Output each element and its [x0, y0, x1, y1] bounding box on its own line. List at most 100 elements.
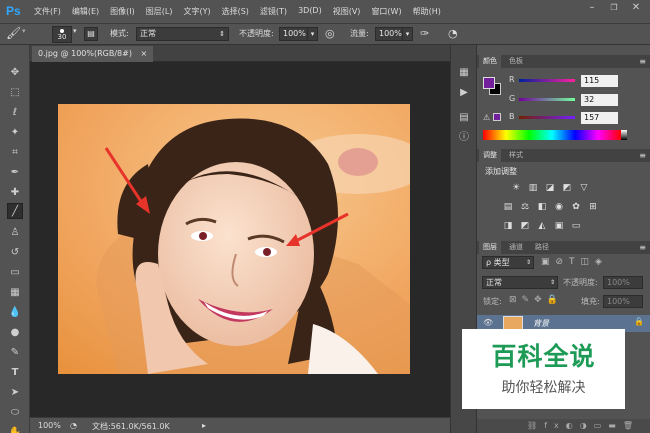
actions-play-icon[interactable]: ▶ — [456, 85, 472, 101]
layer-name[interactable]: 背景 — [533, 318, 549, 329]
eyedropper-tool-icon[interactable]: ✒ — [7, 165, 23, 181]
mode-select[interactable]: 正常 ⇕ — [136, 27, 229, 41]
pressure-opacity-icon[interactable]: ◎ — [325, 27, 335, 40]
menu-filter[interactable]: 滤镜(T) — [260, 6, 287, 17]
blur-tool-icon[interactable]: 💧 — [7, 305, 23, 321]
status-info-icon[interactable]: ◔ — [70, 421, 77, 430]
properties-panel-icon[interactable]: ▤ — [456, 110, 472, 126]
document-tab[interactable]: 0.jpg @ 100%(RGB/8#) × — [32, 46, 154, 62]
layer-filter-select[interactable]: ρ 类型 ⇕ — [482, 256, 534, 269]
menu-layer[interactable]: 图层(L) — [146, 6, 173, 17]
exposure-icon[interactable]: ◩ — [561, 182, 573, 194]
menu-help[interactable]: 帮助(H) — [413, 6, 441, 17]
color-lookup-icon[interactable]: ⊞ — [587, 201, 599, 213]
opacity-input[interactable]: 100% — [279, 27, 308, 41]
restore-icon[interactable]: ❐ — [604, 0, 624, 16]
menu-select[interactable]: 选择(S) — [222, 6, 249, 17]
channel-b-value[interactable]: 157 — [581, 112, 618, 124]
panel-menu-icon[interactable]: ≡ — [639, 55, 646, 68]
color-spectrum-bar[interactable] — [483, 130, 621, 140]
path-selection-tool-icon[interactable]: ➤ — [7, 385, 23, 401]
healing-brush-tool-icon[interactable]: ✚ — [7, 185, 23, 201]
hand-tool-icon[interactable]: ✋ — [7, 425, 23, 433]
menu-view[interactable]: 视图(V) — [333, 6, 361, 17]
gradient-tool-icon[interactable]: ▦ — [7, 285, 23, 301]
flow-slider-toggle-icon[interactable]: ▾ — [402, 27, 413, 41]
crop-tool-icon[interactable]: ⌗ — [7, 145, 23, 161]
clone-stamp-tool-icon[interactable]: ♙ — [7, 225, 23, 241]
channel-g-slider[interactable] — [519, 98, 575, 101]
white-black-ramp[interactable] — [621, 130, 627, 140]
history-panel-icon[interactable]: ▦ — [456, 65, 472, 81]
tab-swatches[interactable]: 色板 — [505, 55, 527, 68]
pen-tool-icon[interactable]: ✎ — [7, 345, 23, 361]
pressure-size-icon[interactable]: ◔ — [448, 27, 458, 40]
info-panel-icon[interactable]: ⓘ — [456, 130, 472, 146]
hue-saturation-icon[interactable]: ▤ — [502, 201, 514, 213]
threshold-icon[interactable]: ◭ — [536, 220, 548, 232]
invert-icon[interactable]: ◨ — [502, 220, 514, 232]
zoom-level[interactable]: 100% — [38, 421, 61, 430]
flow-input[interactable]: 100% — [375, 27, 403, 41]
panel-menu-icon[interactable]: ≡ — [639, 241, 646, 254]
menu-edit[interactable]: 编辑(E) — [72, 6, 99, 17]
tab-channels[interactable]: 通道 — [505, 241, 527, 254]
channel-b-slider[interactable] — [519, 116, 575, 119]
curves-icon[interactable]: ◪ — [544, 182, 556, 194]
channel-g-value[interactable]: 32 — [581, 94, 618, 106]
move-tool-icon[interactable]: ✥ — [7, 65, 23, 81]
posterize-icon[interactable]: ◩ — [519, 220, 531, 232]
history-brush-tool-icon[interactable]: ↺ — [7, 245, 23, 261]
menu-type[interactable]: 文字(Y) — [183, 6, 210, 17]
brush-tool-icon[interactable]: 🖌 — [6, 26, 21, 40]
tab-layers[interactable]: 图层 — [479, 241, 501, 254]
status-menu-arrow-icon[interactable]: ▸ — [202, 421, 206, 430]
close-icon[interactable]: ✕ — [626, 0, 646, 16]
panel-menu-icon[interactable]: ≡ — [639, 149, 646, 162]
dodge-tool-icon[interactable]: ● — [7, 325, 23, 341]
black-white-icon[interactable]: ◧ — [536, 201, 548, 213]
photo[interactable] — [58, 104, 410, 374]
brush-tool-icon[interactable]: ╱ — [7, 203, 23, 219]
layer-filter-icons[interactable]: ▣⊘T◫◈ — [541, 257, 608, 267]
gamut-swatch[interactable] — [493, 113, 501, 121]
tab-styles[interactable]: 样式 — [505, 149, 527, 162]
brightness-icon[interactable]: ☀ — [510, 182, 522, 194]
marquee-tool-icon[interactable]: ⬚ — [7, 85, 23, 101]
menu-image[interactable]: 图像(I) — [110, 6, 135, 17]
chevron-down-icon[interactable]: ▾ — [22, 27, 26, 35]
shape-tool-icon[interactable]: ⬭ — [7, 405, 23, 421]
color-balance-icon[interactable]: ⚖ — [519, 201, 531, 213]
menu-file[interactable]: 文件(F) — [34, 6, 61, 17]
close-tab-icon[interactable]: × — [141, 49, 148, 58]
brush-preset-picker[interactable]: 30 — [52, 26, 72, 43]
blend-mode-select[interactable]: 正常 ⇕ — [482, 276, 558, 289]
tab-adjustments[interactable]: 调整 — [479, 149, 501, 162]
lasso-tool-icon[interactable]: ℓ — [7, 105, 23, 121]
magic-wand-tool-icon[interactable]: ✦ — [7, 125, 23, 141]
visibility-eye-icon[interactable]: 👁 — [483, 318, 493, 327]
menu-window[interactable]: 窗口(W) — [371, 6, 401, 17]
brush-panel-icon[interactable]: ▤ — [84, 27, 98, 41]
tab-color[interactable]: 颜色 — [479, 55, 501, 68]
layer-opacity-input[interactable]: 100% — [603, 276, 643, 289]
layers-footer-icons[interactable]: ⛓fx◐◑▭▬🗑 — [477, 419, 650, 433]
type-tool-icon[interactable]: T — [7, 365, 23, 381]
minimize-icon[interactable]: – — [582, 0, 602, 16]
canvas-area[interactable] — [30, 62, 450, 417]
fill-input[interactable]: 100% — [603, 295, 643, 308]
eraser-tool-icon[interactable]: ▭ — [7, 265, 23, 281]
gradient-map-icon[interactable]: ▭ — [570, 220, 582, 232]
photo-filter-icon[interactable]: ◉ — [553, 201, 565, 213]
levels-icon[interactable]: ▥ — [527, 182, 539, 194]
brush-preset-chevron-icon[interactable]: ▾ — [73, 27, 77, 35]
airbrush-icon[interactable]: ✑ — [420, 27, 429, 40]
lock-icons[interactable]: ⊠✎✥🔒 — [509, 295, 563, 305]
opacity-slider-toggle-icon[interactable]: ▾ — [307, 27, 318, 41]
selective-color-icon[interactable]: ▣ — [553, 220, 565, 232]
channel-r-value[interactable]: 115 — [581, 75, 618, 87]
vibrance-icon[interactable]: ▽ — [578, 182, 590, 194]
foreground-swatch-front[interactable] — [483, 77, 495, 89]
channel-mixer-icon[interactable]: ✿ — [570, 201, 582, 213]
channel-r-slider[interactable] — [519, 79, 575, 82]
